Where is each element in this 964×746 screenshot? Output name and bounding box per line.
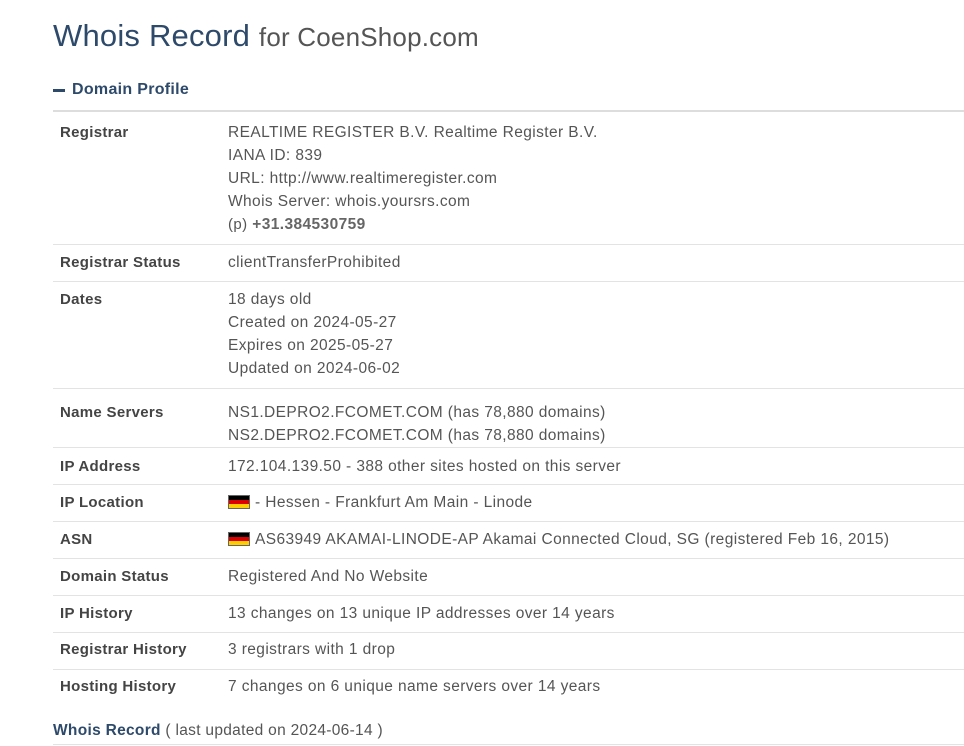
value-text: Created on 2024-05-27	[228, 314, 397, 331]
value-text: 7 changes on 6 unique name servers over …	[228, 678, 601, 695]
row-value-ip-history: 13 changes on 13 unique IP addresses ove…	[228, 596, 964, 632]
row-value-ip-location: - Hessen - Frankfurt Am Main - Linode	[228, 485, 964, 521]
whois-record-footer: Whois Record ( last updated on 2024-06-1…	[53, 722, 383, 740]
registrar-phone-line: (p) +31.384530759	[228, 213, 964, 236]
value-line: Created on 2024-05-27	[228, 311, 964, 334]
value-text: Updated on 2024-06-02	[228, 360, 401, 377]
page-title-domain: for CoenShop.com	[258, 22, 479, 52]
profile-row-registrar-history: Registrar History 3 registrars with 1 dro…	[53, 633, 964, 670]
row-label-registrar-history: Registrar History	[60, 641, 187, 658]
value-line: - Hessen - Frankfurt Am Main - Linode	[228, 491, 964, 514]
row-label-asn: ASN	[60, 531, 93, 548]
row-value-name-servers: NS1.DEPRO2.FCOMET.COM (has 78,880 domain…	[228, 389, 964, 447]
row-value-registrar: REALTIME REGISTER B.V. Realtime Register…	[228, 112, 964, 244]
domain-profile-table: Registrar REALTIME REGISTER B.V. Realtime…	[53, 110, 964, 707]
profile-row-ip-history: IP History 13 changes on 13 unique IP add…	[53, 596, 964, 633]
value-text: URL: http://www.realtimeregister.com	[228, 170, 498, 187]
row-label-registrar-status: Registrar Status	[60, 254, 181, 271]
value-text: Registered And No Website	[228, 568, 429, 585]
row-label-registrar: Registrar	[60, 124, 129, 141]
row-value-domain-status: Registered And No Website	[228, 559, 964, 595]
value-line: clientTransferProhibited	[228, 251, 964, 274]
row-label-hosting-history: Hosting History	[60, 678, 177, 695]
value-text: AS63949 AKAMAI-LINODE-AP Akamai Connecte…	[255, 531, 890, 548]
value-line: Registered And No Website	[228, 565, 964, 588]
value-text: IANA ID: 839	[228, 147, 323, 164]
value-line: NS1.DEPRO2.FCOMET.COM (has 78,880 domain…	[228, 401, 964, 424]
profile-row-dates: Dates 18 days old Created on 2024-05-27 Exp…	[53, 282, 964, 389]
profile-row-asn: ASN AS63949 AKAMAI-LINODE-AP Akamai Conne…	[53, 522, 964, 559]
profile-row-hosting-history: Hosting History 7 changes on 6 unique nam…	[53, 670, 964, 707]
profile-row-registrar-status: Registrar Status clientTransferProhibited	[53, 245, 964, 282]
row-value-asn: AS63949 AKAMAI-LINODE-AP Akamai Connecte…	[228, 522, 964, 558]
value-line: Expires on 2025-05-27	[228, 334, 964, 357]
value-text: 18 days old	[228, 291, 312, 308]
value-line: IANA ID: 839	[228, 144, 964, 167]
value-text: Whois Server: whois.yoursrs.com	[228, 193, 471, 210]
value-text: NS2.DEPRO2.FCOMET.COM (has 78,880 domain…	[228, 427, 606, 444]
germany-flag-icon	[228, 495, 250, 509]
row-value-hosting-history: 7 changes on 6 unique name servers over …	[228, 670, 964, 707]
value-text: Expires on 2025-05-27	[228, 337, 394, 354]
value-text: 172.104.139.50 - 388 other sites hosted …	[228, 458, 621, 475]
page-title-main: Whois Record	[53, 18, 251, 53]
whois-record-link[interactable]: Whois Record	[53, 722, 161, 739]
value-line: AS63949 AKAMAI-LINODE-AP Akamai Connecte…	[228, 528, 964, 551]
row-label-name-servers: Name Servers	[60, 404, 164, 421]
value-line: REALTIME REGISTER B.V. Realtime Register…	[228, 121, 964, 144]
profile-row-domain-status: Domain Status Registered And No Website	[53, 559, 964, 596]
value-line: 18 days old	[228, 288, 964, 311]
whois-page: Whois Record for CoenShop.com Domain Pro…	[0, 0, 964, 746]
value-line: 172.104.139.50 - 388 other sites hosted …	[228, 455, 964, 478]
profile-row-name-servers: Name Servers NS1.DEPRO2.FCOMET.COM (has 7…	[53, 389, 964, 448]
value-line: Updated on 2024-06-02	[228, 357, 964, 380]
row-label-ip-address: IP Address	[60, 458, 141, 475]
whois-record-updated-note: ( last updated on 2024-06-14 )	[165, 722, 383, 739]
value-line: 3 registrars with 1 drop	[228, 638, 964, 661]
value-line: 7 changes on 6 unique name servers over …	[228, 675, 964, 698]
row-value-registrar-history: 3 registrars with 1 drop	[228, 633, 964, 669]
domain-profile-heading: Domain Profile	[72, 81, 190, 98]
row-value-dates: 18 days old Created on 2024-05-27 Expires …	[228, 282, 964, 388]
row-label-ip-location: IP Location	[60, 494, 144, 511]
value-text: clientTransferProhibited	[228, 254, 401, 271]
value-text: NS1.DEPRO2.FCOMET.COM (has 78,880 domain…	[228, 404, 606, 421]
page-title: Whois Record for CoenShop.com	[53, 18, 479, 54]
value-text: 3 registrars with 1 drop	[228, 641, 396, 658]
registrar-phone: +31.384530759	[252, 216, 366, 233]
row-label-ip-history: IP History	[60, 605, 133, 622]
value-text: REALTIME REGISTER B.V. Realtime Register…	[228, 124, 598, 141]
phone-prefix: (p)	[228, 216, 248, 233]
germany-flag-icon	[228, 532, 250, 546]
profile-row-registrar: Registrar REALTIME REGISTER B.V. Realtime…	[53, 112, 964, 245]
value-line: NS2.DEPRO2.FCOMET.COM (has 78,880 domain…	[228, 424, 964, 447]
value-line: Whois Server: whois.yoursrs.com	[228, 190, 964, 213]
value-text: 13 changes on 13 unique IP addresses ove…	[228, 605, 615, 622]
profile-row-ip-location: IP Location - Hessen - Frankfurt Am Main …	[53, 485, 964, 522]
footer-divider	[53, 744, 964, 745]
value-line: URL: http://www.realtimeregister.com	[228, 167, 964, 190]
collapse-minus-icon	[53, 88, 65, 92]
value-line: 13 changes on 13 unique IP addresses ove…	[228, 602, 964, 625]
row-value-registrar-status: clientTransferProhibited	[228, 245, 964, 281]
row-label-domain-status: Domain Status	[60, 568, 169, 585]
row-label-dates: Dates	[60, 291, 103, 308]
profile-row-ip-address: IP Address 172.104.139.50 - 388 other sit…	[53, 448, 964, 485]
value-text: - Hessen - Frankfurt Am Main - Linode	[255, 494, 533, 511]
row-value-ip-address: 172.104.139.50 - 388 other sites hosted …	[228, 448, 964, 484]
domain-profile-toggle[interactable]: Domain Profile	[53, 81, 189, 99]
